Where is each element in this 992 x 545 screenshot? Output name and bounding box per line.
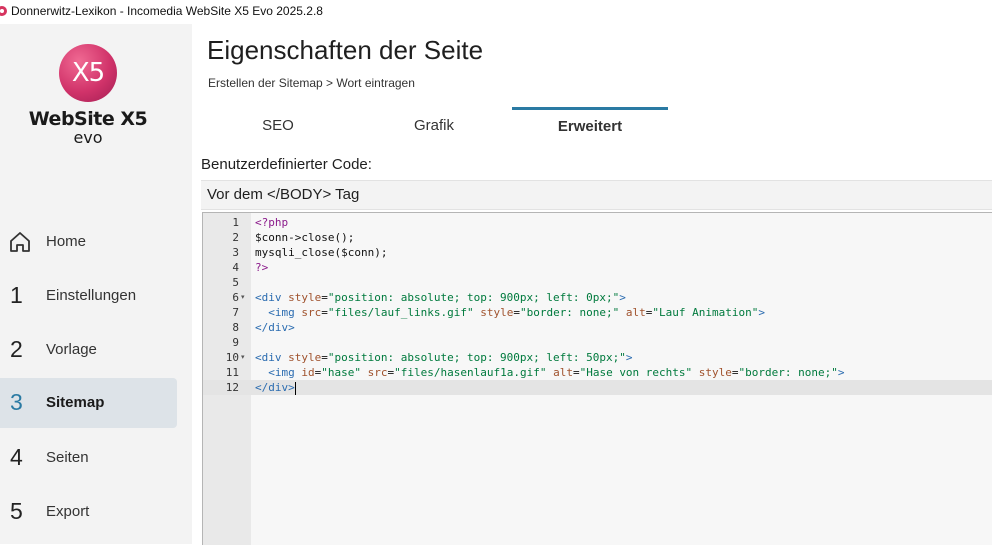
- sidebar-item-label: Vorlage: [46, 341, 97, 358]
- code-text: <img id="hase" src="files/hasenlauf1a.gi…: [268, 366, 845, 379]
- title-bar: Donnerwitz-Lexikon - Incomedia WebSite X…: [0, 0, 992, 24]
- code-line[interactable]: 8 </div>: [203, 320, 992, 335]
- line-number: 3: [232, 246, 239, 259]
- line-number: 9: [232, 336, 239, 349]
- code-text: </div>: [255, 381, 296, 395]
- sidebar-item-sitemap[interactable]: 3 Sitemap: [0, 378, 177, 428]
- code-line[interactable]: 10 ▾ <div style="position: absolute; top: …: [203, 350, 992, 365]
- tab-erweitert[interactable]: Erweitert: [512, 107, 668, 145]
- step-number: 5: [10, 498, 23, 524]
- line-number: 6: [232, 291, 239, 304]
- line-number: 10: [225, 351, 239, 364]
- code-text: <div style="position: absolute; top: 900…: [255, 291, 626, 304]
- sidebar-item-label: Seiten: [46, 449, 89, 466]
- code-line[interactable]: 4 ?>: [203, 260, 992, 275]
- tab-seo[interactable]: SEO: [200, 107, 356, 145]
- line-number: 2: [232, 231, 239, 244]
- code-line[interactable]: 11 <img id="hase" src="files/hasenlauf1a…: [203, 365, 992, 380]
- code-editor[interactable]: 1 <?php 2 $conn->close(); 3 mysqli_close($con…: [202, 212, 992, 545]
- code-line[interactable]: 5: [203, 275, 992, 290]
- code-text: <img src="files/lauf_links.gif" style="b…: [268, 306, 766, 319]
- code-text: </div>: [255, 321, 295, 334]
- code-line[interactable]: 1 <?php: [203, 215, 992, 230]
- code-text: mysqli_close($conn);: [255, 246, 388, 259]
- page-title: Eigenschaften der Seite: [207, 35, 484, 65]
- app-icon: [0, 6, 7, 16]
- sidebar: X5 WebSite X5 evo Home 1 Einstellungen 2…: [0, 24, 192, 544]
- window-title: Donnerwitz-Lexikon - Incomedia WebSite X…: [11, 4, 323, 18]
- home-icon: [10, 232, 30, 252]
- line-number: 11: [225, 366, 239, 379]
- logo-name: WebSite X5: [28, 108, 148, 130]
- code-line[interactable]: 7 <img src="files/lauf_links.gif" style=…: [203, 305, 992, 320]
- line-number: 5: [232, 276, 239, 289]
- line-number: 4: [232, 261, 239, 274]
- sidebar-item-label: Home: [46, 233, 87, 250]
- tab-bar: SEO Grafik Erweitert: [200, 107, 992, 145]
- step-number: 3: [10, 389, 23, 415]
- breadcrumb: Erstellen der Sitemap > Wort eintragen: [208, 76, 415, 90]
- logo: X5 WebSite X5 evo: [0, 24, 176, 154]
- sidebar-item-export[interactable]: 5 Export: [0, 487, 177, 537]
- logo-mark: X5: [59, 44, 117, 102]
- code-line[interactable]: 3 mysqli_close($conn);: [203, 245, 992, 260]
- logo-edition: evo: [73, 128, 103, 147]
- fold-toggle-icon[interactable]: ▾: [241, 350, 245, 365]
- fold-toggle-icon[interactable]: ▾: [241, 290, 245, 305]
- code-line[interactable]: 2 $conn->close();: [203, 230, 992, 245]
- step-number: 4: [10, 444, 23, 470]
- code-text: <div style="position: absolute; top: 900…: [255, 351, 633, 364]
- sidebar-item-einstellungen[interactable]: 1 Einstellungen: [0, 271, 177, 321]
- line-number: 12: [225, 381, 239, 394]
- code-position-select[interactable]: Vor dem </BODY> Tag: [201, 180, 992, 210]
- code-line[interactable]: 6 ▾ <div style="position: absolute; top: 9…: [203, 290, 992, 305]
- tab-grafik[interactable]: Grafik: [356, 107, 512, 145]
- code-text: <?php: [255, 216, 289, 229]
- line-number: 1: [232, 216, 239, 229]
- code-line[interactable]: 9: [203, 335, 992, 350]
- sidebar-item-label: Sitemap: [46, 394, 105, 411]
- code-text: $conn->close();: [255, 231, 355, 244]
- step-number: 1: [10, 282, 23, 308]
- text-caret: [294, 381, 296, 395]
- code-text: ?>: [255, 261, 269, 274]
- step-number: 2: [10, 336, 23, 362]
- sidebar-item-home[interactable]: Home: [0, 217, 177, 267]
- logo-mark-text: X5: [71, 58, 105, 88]
- custom-code-label: Benutzerdefinierter Code:: [201, 156, 372, 173]
- sidebar-item-label: Export: [46, 503, 90, 520]
- sidebar-item-seiten[interactable]: 4 Seiten: [0, 433, 177, 483]
- line-number: 8: [232, 321, 239, 334]
- sidebar-item-label: Einstellungen: [46, 287, 137, 304]
- code-line[interactable]: 12 </div>: [203, 380, 992, 395]
- code-position-value: Vor dem </BODY> Tag: [207, 186, 360, 203]
- sidebar-item-vorlage[interactable]: 2 Vorlage: [0, 325, 177, 375]
- line-number: 7: [232, 306, 239, 319]
